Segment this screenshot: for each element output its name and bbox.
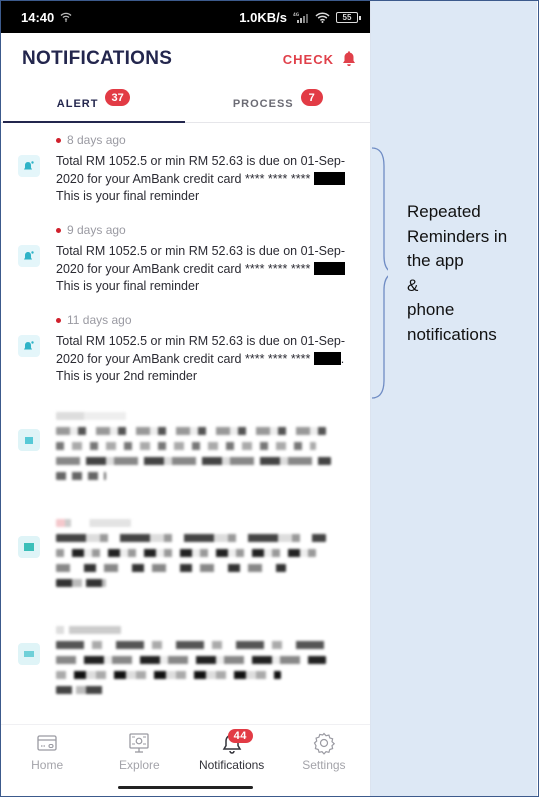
- blurred-text: [56, 579, 106, 587]
- nav-settings-label: Settings: [302, 758, 346, 772]
- notification-time: 8 days ago: [56, 133, 356, 147]
- blurred-text: [56, 671, 281, 679]
- notification-time-text: 11 days ago: [67, 313, 132, 327]
- redacted-block: [313, 171, 345, 185]
- nav-home-label: Home: [31, 758, 64, 772]
- annotation-text: Repeated Reminders in the app & phone no…: [407, 202, 508, 344]
- notification-message: Total RM 1052.5 or min RM 52.63 is due o…: [56, 333, 356, 386]
- blurred-text: [56, 534, 326, 542]
- battery-level: 55: [342, 12, 352, 22]
- notification-item[interactable]: 8 days ago Total RM 1052.5 or min RM 52.…: [1, 127, 370, 217]
- notification-item[interactable]: 9 days ago Total RM 1052.5 or min RM 52.…: [1, 217, 370, 307]
- tab-alert-label: ALERT: [56, 97, 99, 110]
- unread-dot: [56, 137, 61, 143]
- card-icon: [37, 735, 57, 751]
- notification-text: Total RM 1052.5 or min RM 52.63 is due o…: [56, 334, 346, 366]
- signal-icon: 4G: [293, 12, 308, 23]
- unread-dot: [56, 227, 61, 233]
- phone-screen: 14:40 1.0KB/s 4G 55 NOTIFICATIONS CHECK …: [1, 1, 370, 796]
- nav-notifications-label: Notifications: [198, 758, 265, 772]
- blurred-text: [56, 656, 326, 664]
- blurred-text: [56, 549, 316, 557]
- notification-icon: [18, 429, 40, 451]
- status-bar: 14:40 1.0KB/s 4G 55: [1, 1, 370, 33]
- page-header: NOTIFICATIONS CHECK: [1, 33, 370, 85]
- tab-process-label: PROCESS: [232, 97, 294, 110]
- nav-settings[interactable]: Settings: [278, 731, 370, 796]
- gear-icon: [313, 732, 335, 755]
- curly-brace: [371, 147, 388, 399]
- status-time: 14:40: [21, 9, 55, 25]
- tab-process[interactable]: PROCESS 7: [186, 85, 371, 122]
- blurred-text: [56, 519, 131, 527]
- notification-time-text: 8 days ago: [67, 133, 126, 147]
- check-button[interactable]: CHECK: [283, 51, 356, 67]
- notification-icon: [18, 536, 40, 558]
- blurred-text: [56, 457, 331, 465]
- notification-text-end: This is your final reminder: [56, 189, 200, 203]
- bell-icon: [343, 51, 355, 66]
- notification-text: Total RM 1052.5 or min RM 52.63 is due o…: [56, 244, 346, 276]
- tab-bar: ALERT 37 PROCESS 7: [1, 85, 370, 123]
- tab-process-badge: 7: [300, 89, 323, 106]
- notification-time: 9 days ago: [56, 223, 356, 237]
- blurred-notification-item[interactable]: [1, 399, 370, 506]
- blurred-text: [56, 686, 106, 694]
- wifi-icon: [315, 11, 330, 23]
- blurred-text: [56, 427, 326, 435]
- annotation-panel: Repeated Reminders in the app & phone no…: [370, 1, 537, 796]
- battery-icon: 55: [336, 11, 361, 23]
- notification-icon: [18, 643, 40, 665]
- notification-time: 11 days ago: [56, 313, 356, 327]
- notification-message: Total RM 1052.5 or min RM 52.63 is due o…: [56, 243, 356, 296]
- notification-bell-icon: [18, 155, 40, 177]
- nav-notifications-badge: 44: [227, 729, 253, 743]
- notification-time-text: 9 days ago: [67, 223, 126, 237]
- notification-list: 8 days ago Total RM 1052.5 or min RM 52.…: [1, 123, 370, 720]
- blurred-text: [56, 641, 331, 649]
- nav-explore-label: Explore: [119, 758, 160, 772]
- network-speed: 1.0KB/s: [239, 9, 287, 25]
- bottom-nav: Home Explore 44 Notifications Settings: [1, 724, 370, 796]
- blurred-notification-item[interactable]: [1, 506, 370, 613]
- notification-item[interactable]: 11 days ago Total RM 1052.5 or min RM 52…: [1, 307, 370, 397]
- redacted-block: [313, 351, 341, 365]
- notification-text: Total RM 1052.5 or min RM 52.63 is due o…: [56, 154, 346, 186]
- notification-text-end: This is your final reminder: [56, 279, 200, 293]
- tab-alert[interactable]: ALERT 37: [1, 85, 186, 123]
- check-button-label: CHECK: [282, 51, 334, 67]
- unread-dot: [56, 317, 61, 323]
- blurred-text: [56, 412, 126, 420]
- blurred-text: [56, 564, 286, 572]
- wifi-icon: [60, 12, 72, 22]
- blurred-text: [56, 472, 106, 480]
- blurred-text: [56, 442, 316, 450]
- page-title: NOTIFICATIONS: [22, 48, 173, 69]
- monitor-icon: [129, 733, 150, 753]
- nav-home[interactable]: Home: [1, 731, 93, 796]
- notification-message: Total RM 1052.5 or min RM 52.63 is due o…: [56, 153, 356, 206]
- home-indicator[interactable]: [118, 786, 253, 789]
- notification-bell-icon: [18, 335, 40, 357]
- tab-alert-badge: 37: [105, 89, 130, 106]
- notification-bell-icon: [18, 245, 40, 267]
- blurred-notification-item[interactable]: [1, 613, 370, 720]
- blurred-text: [56, 626, 121, 634]
- redacted-block: [313, 261, 345, 275]
- svg-text:4G: 4G: [293, 12, 299, 17]
